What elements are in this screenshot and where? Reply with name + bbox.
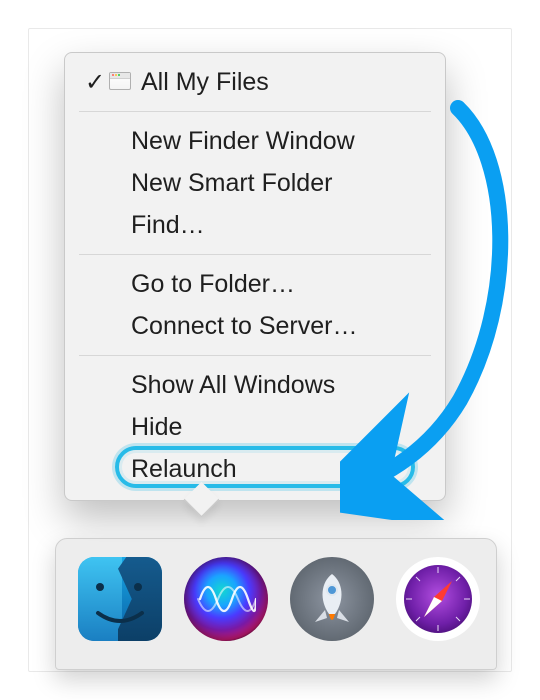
menu-item-label: Hide: [131, 413, 182, 442]
menu-item-label: Connect to Server…: [131, 312, 358, 341]
menu-item-label: New Smart Folder: [131, 169, 332, 198]
menu-item-new-smart-folder[interactable]: New Smart Folder: [65, 162, 445, 204]
menu-item-label: All My Files: [141, 68, 269, 97]
screenshot-stage: ✓ All My Files New Finder Window New Sma…: [0, 0, 540, 700]
compass-icon: [396, 557, 480, 641]
menu-item-find[interactable]: Find…: [65, 204, 445, 246]
finder-face-icon: [78, 557, 162, 641]
menu-separator: [79, 111, 431, 112]
menu-separator: [79, 254, 431, 255]
window-icon: [109, 72, 131, 90]
menu-item-label: Show All Windows: [131, 371, 335, 400]
menu-item-connect-to-server[interactable]: Connect to Server…: [65, 305, 445, 347]
menu-item-hide[interactable]: Hide: [65, 406, 445, 448]
menu-item-all-my-files[interactable]: ✓ All My Files: [65, 61, 445, 103]
finder-dock-context-menu: ✓ All My Files New Finder Window New Sma…: [64, 52, 446, 501]
dock-items: [56, 539, 496, 641]
menu-item-new-finder-window[interactable]: New Finder Window: [65, 120, 445, 162]
dock-item-finder[interactable]: [78, 557, 162, 641]
menu-item-label: Relaunch: [131, 455, 237, 484]
menu-item-go-to-folder[interactable]: Go to Folder…: [65, 263, 445, 305]
rocket-icon: [303, 570, 361, 628]
checkmark-icon: ✓: [85, 61, 105, 103]
siri-wave-icon: [196, 569, 256, 629]
menu-item-label: Find…: [131, 211, 205, 240]
menu-item-label: Go to Folder…: [131, 270, 295, 299]
dock-item-launchpad[interactable]: [290, 557, 374, 641]
menu-item-relaunch[interactable]: Relaunch: [65, 448, 445, 490]
dock-item-siri[interactable]: [184, 557, 268, 641]
dock: [55, 538, 497, 670]
dock-item-safari[interactable]: [396, 557, 480, 641]
menu-separator: [79, 355, 431, 356]
menu-item-label: New Finder Window: [131, 127, 355, 156]
menu-item-show-all-windows[interactable]: Show All Windows: [65, 364, 445, 406]
